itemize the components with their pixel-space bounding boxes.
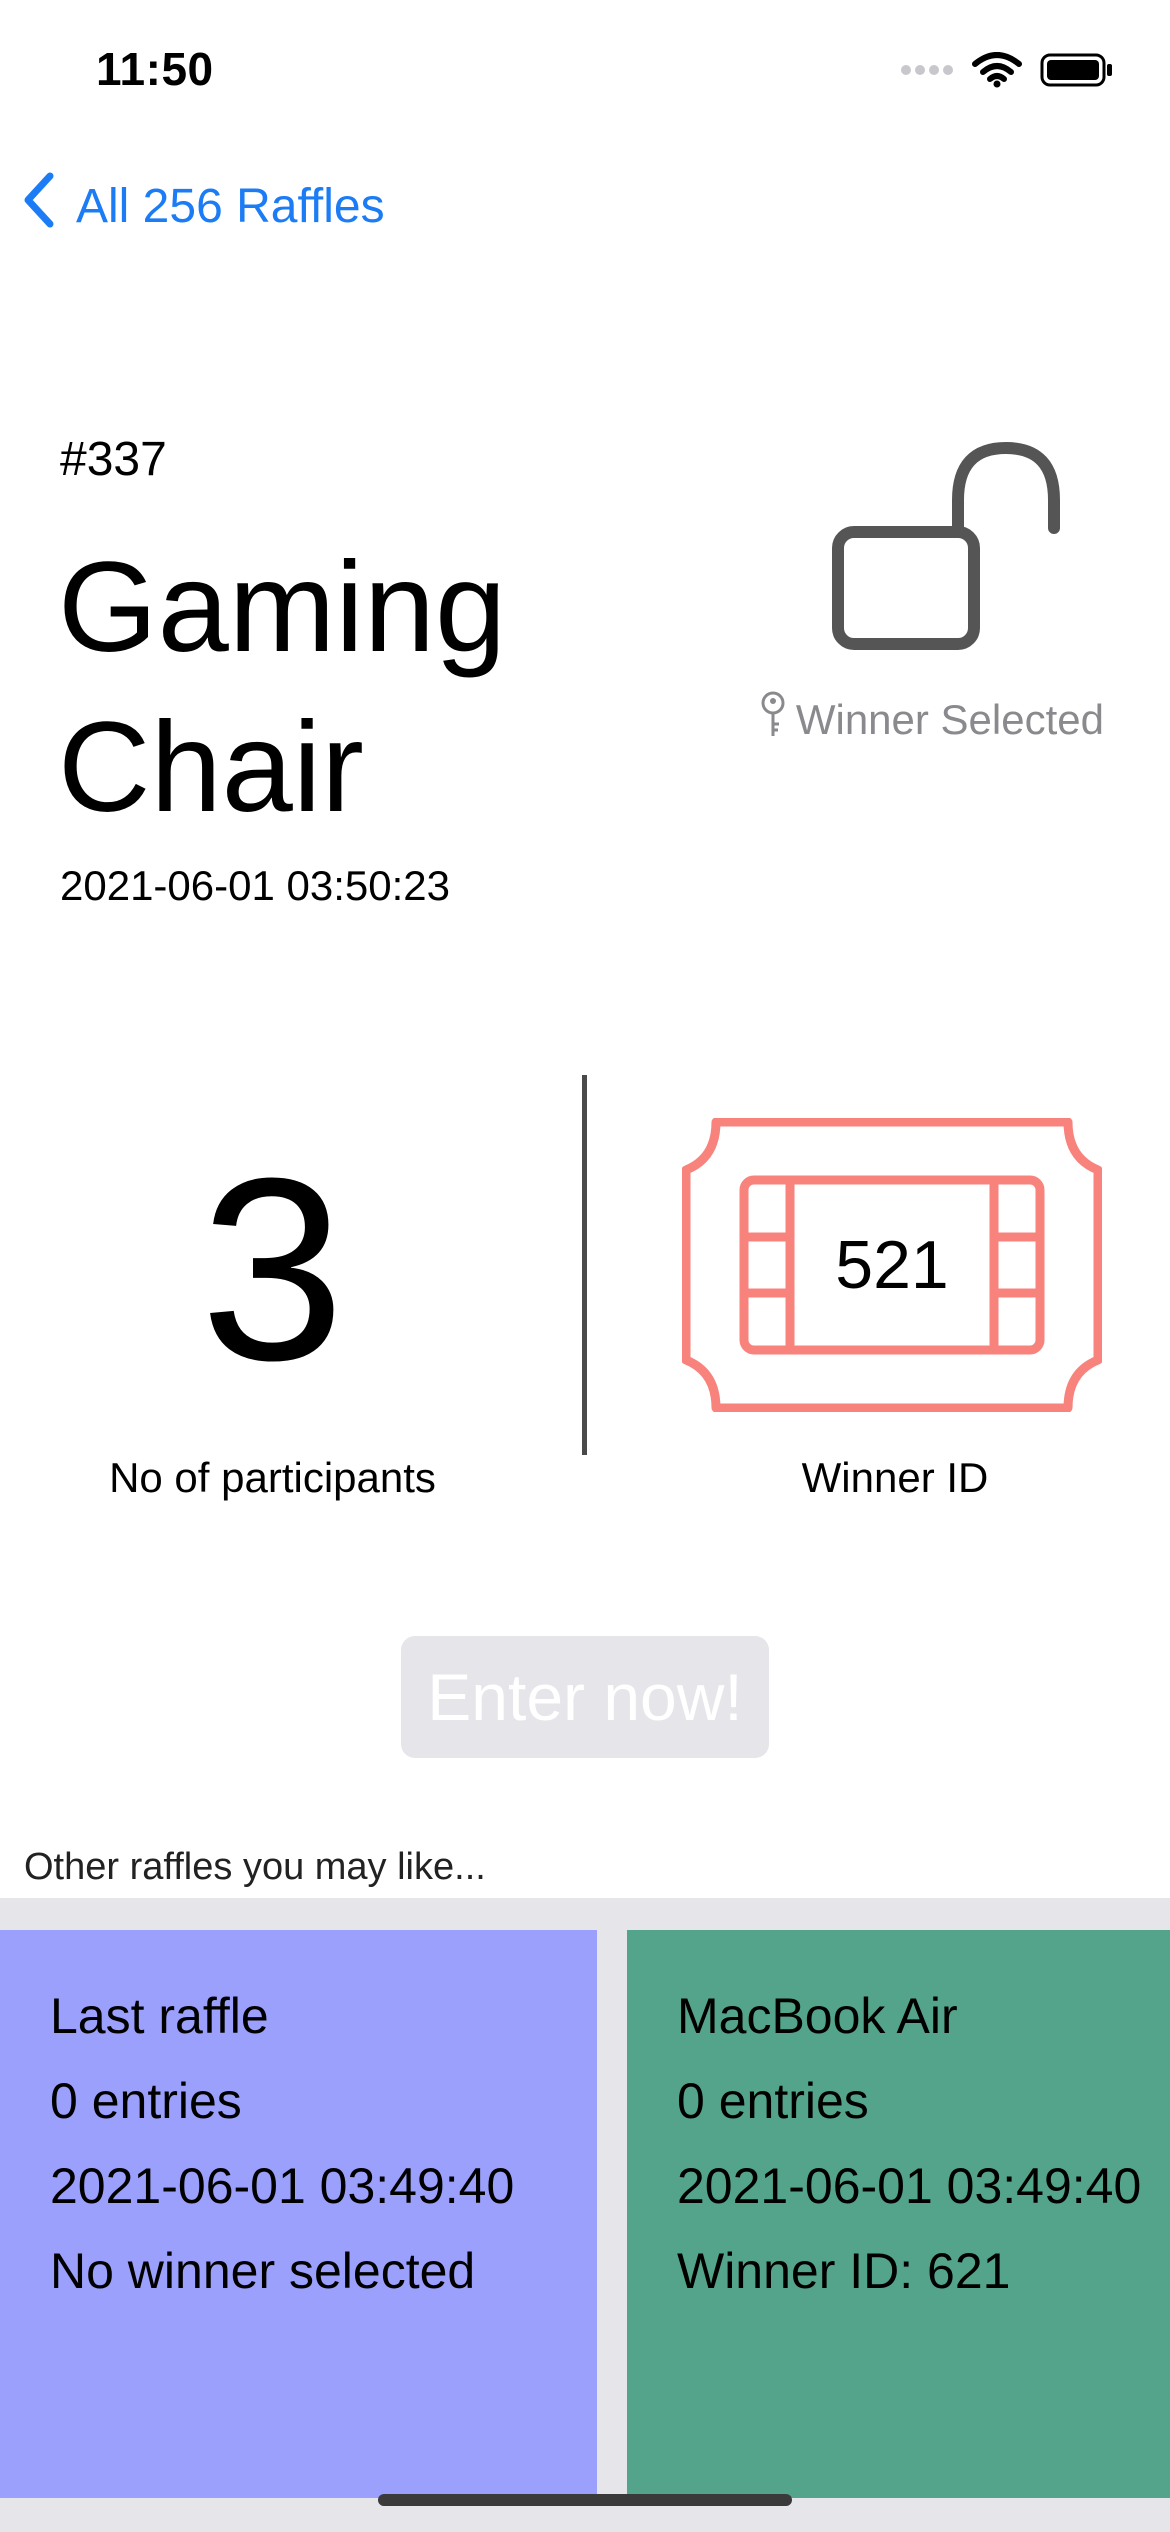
battery-icon	[1040, 52, 1114, 93]
card-winner: Winner ID: 621	[677, 2243, 1011, 2299]
raffle-date: 2021-06-01 03:50:23	[60, 862, 450, 909]
home-indicator[interactable]	[378, 2494, 792, 2506]
winner-id-value: 521	[835, 1227, 949, 1303]
card-winner: No winner selected	[50, 2243, 476, 2299]
raffle-number: #337	[60, 433, 167, 486]
winner-id-label: Winner ID	[801, 1454, 989, 1501]
participant-count: 3	[200, 1125, 345, 1415]
signal-icon	[900, 63, 954, 82]
key-icon	[758, 690, 788, 750]
participant-count-label: No of participants	[109, 1454, 436, 1501]
back-button[interactable]: All 256 Raffles	[22, 172, 385, 240]
lock-status: Winner Selected	[758, 690, 1104, 750]
status-time: 11:50	[96, 43, 214, 95]
unlocked-lock-icon	[820, 440, 1070, 665]
stats-divider	[582, 1075, 587, 1455]
card-date: 2021-06-01 03:49:40	[677, 2158, 1142, 2214]
raffle-card-last-raffle[interactable]: Last raffle 0 entries 2021-06-01 03:49:4…	[0, 1930, 597, 2498]
raffle-title: Gaming Chair	[58, 536, 507, 839]
status-icons	[900, 52, 1114, 93]
recommendations-heading: Other raffles you may like...	[24, 1846, 486, 1888]
card-title: MacBook Air	[677, 1988, 958, 2044]
recommendations-carousel[interactable]: Last raffle 0 entries 2021-06-01 03:49:4…	[0, 1898, 1170, 2532]
card-title: Last raffle	[50, 1988, 269, 2044]
back-label: All 256 Raffles	[76, 179, 385, 233]
card-date: 2021-06-01 03:49:40	[50, 2158, 515, 2214]
ticket-icon: 521	[681, 1117, 1103, 1413]
lock-status-label: Winner Selected	[795, 696, 1104, 743]
back-chevron-icon	[22, 172, 56, 240]
card-entries: 0 entries	[677, 2073, 869, 2129]
enter-now-button[interactable]: Enter now!	[401, 1636, 769, 1758]
raffle-card-macbook-air[interactable]: MacBook Air 0 entries 2021-06-01 03:49:4…	[627, 1930, 1170, 2498]
card-entries: 0 entries	[50, 2073, 242, 2129]
wifi-icon	[972, 52, 1022, 93]
